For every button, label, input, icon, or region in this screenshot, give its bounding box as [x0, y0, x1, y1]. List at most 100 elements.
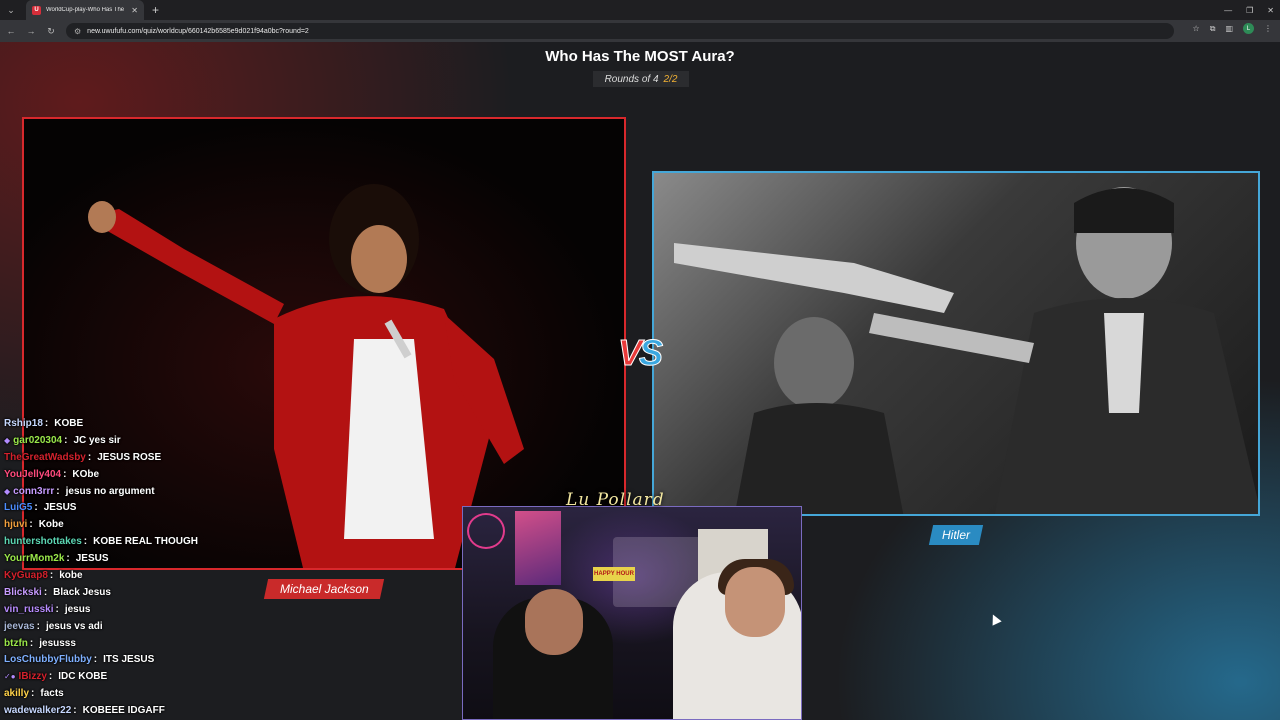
- chat-line: btzfn: jesusss: [4, 635, 304, 652]
- tab-search-chevron-icon[interactable]: ⌄: [0, 0, 22, 20]
- chat-username: Blickski: [4, 586, 42, 598]
- chat-username: huntershottakes: [4, 536, 82, 548]
- wall-poster: [515, 511, 561, 585]
- chat-message: jesus vs adi: [45, 620, 103, 632]
- profile-avatar[interactable]: L: [1243, 23, 1254, 34]
- chat-line: huntershottakes: KOBE REAL THOUGH: [4, 533, 304, 550]
- chat-message: JESUS ROSE: [97, 451, 162, 463]
- chat-username: jeevas: [4, 620, 35, 632]
- chat-message: facts: [40, 688, 64, 700]
- chat-username: KyGuap8: [4, 569, 48, 581]
- vs-letter-s: S: [638, 332, 663, 374]
- chat-username: conn3rrr: [13, 485, 55, 497]
- chat-message: KOBEEE IDGAFF: [82, 705, 165, 717]
- chat-line: akilly: facts: [4, 685, 304, 702]
- browser-tab[interactable]: U WorldCup-play-Who Has The MOST Aura? ✕: [26, 0, 144, 20]
- toolbar-right-icons: ☆ ⧉ ▥ L ⋮: [1193, 23, 1272, 34]
- chat-username: TheGreatWadsby: [4, 451, 86, 463]
- chat-username: hjuvi: [4, 519, 28, 531]
- window-close-icon[interactable]: ✕: [1267, 6, 1274, 15]
- tab-close-icon[interactable]: ✕: [131, 6, 138, 15]
- chat-separator: :: [29, 519, 33, 531]
- chat-line: Blickski: Black Jesus: [4, 584, 304, 601]
- round-indicator: Rounds of 4 2/2: [593, 71, 689, 87]
- chat-username: vin_russki: [4, 603, 54, 615]
- menu-kebab-icon[interactable]: ⋮: [1264, 24, 1272, 33]
- chat-message: jesus: [64, 603, 91, 615]
- chat-line: ◆ conn3rrr: jesus no argument: [4, 483, 304, 500]
- chat-badge-icon: ◆: [4, 435, 11, 445]
- vs-letter-v: V: [617, 332, 642, 374]
- chat-separator: :: [87, 451, 92, 463]
- url-text: new.uwufufu.com/quiz/worldcup/660142b658…: [87, 27, 309, 35]
- site-favicon-icon: U: [32, 5, 41, 15]
- chat-separator: :: [56, 485, 60, 497]
- chat-line: ◆ gar020304: JC yes sir: [4, 432, 304, 449]
- choice-label-right[interactable]: Hitler: [928, 525, 984, 545]
- chat-message: KOBE: [54, 417, 84, 429]
- chat-message: IDC KOBE: [58, 671, 108, 683]
- address-bar[interactable]: ⚙ new.uwufufu.com/quiz/worldcup/660142b6…: [66, 23, 1174, 39]
- chat-line: LuiG5: JESUS: [4, 499, 304, 516]
- chat-separator: :: [93, 654, 98, 666]
- chat-message: ITS JESUS: [103, 654, 155, 666]
- chat-message: JESUS: [43, 502, 77, 514]
- chat-message: KObe: [72, 468, 100, 480]
- minimize-icon[interactable]: —: [1224, 6, 1232, 15]
- streamer-right-head: [725, 567, 785, 637]
- chat-message: Black Jesus: [53, 586, 111, 598]
- chat-separator: :: [64, 434, 68, 446]
- reload-icon[interactable]: ↻: [46, 26, 56, 37]
- chat-line: jeevas: jesus vs adi: [4, 618, 304, 635]
- chat-username: LuiG5: [4, 502, 33, 514]
- webcam-overlay: HAPPY HOUR: [462, 506, 802, 720]
- chat-username: akilly: [4, 688, 30, 700]
- chat-line: vin_russki: jesus: [4, 601, 304, 618]
- streamer-signature: Lu Pollard: [566, 490, 665, 510]
- chat-line: YourrMom2k: JESUS: [4, 550, 304, 567]
- quiz-page: Who Has The MOST Aura? Rounds of 4 2/2 V…: [0, 42, 1280, 720]
- rounds-label: Rounds of 4: [604, 73, 659, 85]
- choice-card-right[interactable]: [652, 171, 1260, 516]
- chat-separator: :: [29, 637, 34, 649]
- browser-toolbar: ← → ↻ ⚙ new.uwufufu.com/quiz/worldcup/66…: [0, 20, 1280, 42]
- chat-message: JC yes sir: [73, 434, 121, 446]
- chat-username: YourrMom2k: [4, 553, 65, 565]
- chat-line: TheGreatWadsby: JESUS ROSE: [4, 449, 304, 466]
- chat-username: gar020304: [13, 434, 63, 446]
- chat-separator: :: [49, 569, 54, 581]
- page-title: Who Has The MOST Aura?: [545, 48, 735, 65]
- site-info-icon[interactable]: ⚙: [74, 27, 81, 36]
- chat-line: KyGuap8: kobe: [4, 567, 304, 584]
- forward-icon[interactable]: →: [26, 26, 36, 36]
- bookmark-star-icon[interactable]: ☆: [1193, 24, 1200, 33]
- chat-separator: :: [31, 688, 35, 700]
- round-progress: 2/2: [663, 73, 678, 85]
- wall-sign: HAPPY HOUR: [593, 567, 635, 581]
- extensions-icon[interactable]: ⧉: [1210, 24, 1216, 34]
- chat-separator: :: [43, 586, 48, 598]
- chat-badge-icon: ✓●: [4, 672, 16, 682]
- chat-separator: :: [55, 603, 59, 615]
- chat-username: wadewalker22: [4, 705, 72, 717]
- chat-message: Kobe: [38, 519, 64, 531]
- neon-sign-icon: [467, 513, 505, 549]
- chat-message: JESUS: [75, 553, 109, 565]
- chat-username: btzfn: [4, 637, 28, 649]
- chat-message: kobe: [59, 569, 83, 581]
- chat-separator: :: [83, 536, 88, 548]
- new-tab-icon[interactable]: +: [152, 3, 159, 17]
- chat-line: YouJelly404: KObe: [4, 466, 304, 483]
- side-panel-icon[interactable]: ▥: [1225, 24, 1233, 33]
- chat-username: YouJelly404: [4, 468, 62, 480]
- browser-tab-bar: ⌄ U WorldCup-play-Who Has The MOST Aura?…: [0, 0, 1280, 20]
- back-icon[interactable]: ←: [6, 26, 16, 36]
- chat-separator: :: [63, 468, 67, 480]
- restore-icon[interactable]: ❐: [1246, 6, 1253, 15]
- versus-logo: V S: [608, 330, 670, 376]
- window-controls: — ❐ ✕: [1224, 0, 1274, 20]
- chat-message: jesusss: [39, 637, 76, 649]
- chat-overlay: Rship18: KOBE ◆ gar020304: JC yes sir TheGrea…: [4, 415, 304, 719]
- chat-line: LosChubbyFlubby: ITS JESUS: [4, 651, 304, 668]
- chat-separator: :: [44, 417, 49, 429]
